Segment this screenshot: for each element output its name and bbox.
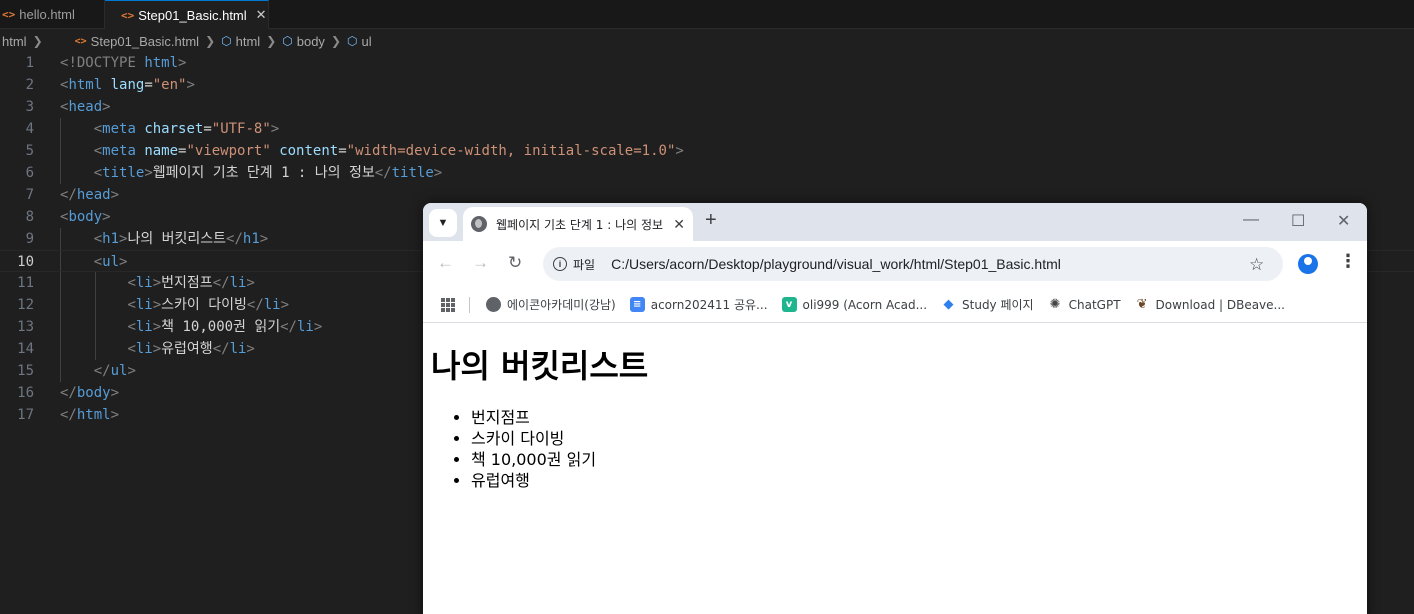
apps-grid-icon[interactable]: [441, 297, 455, 312]
bookmarks-bar: 에이콘아카데미(강남) ≡ acorn202411 공유... v oli999…: [423, 287, 1367, 323]
tab-search-button[interactable]: ▼: [429, 209, 457, 237]
tab-label: Step01_Basic.html: [138, 7, 247, 23]
bookmark-item[interactable]: ≡ acorn202411 공유...: [629, 296, 768, 313]
back-arrow-icon[interactable]: ←: [437, 253, 454, 273]
breadcrumb-item[interactable]: html: [236, 34, 261, 49]
reload-icon[interactable]: ↻: [508, 253, 522, 273]
line-number: 12: [17, 297, 34, 313]
bookmark-label: 에이콘아카데미(강남): [507, 298, 616, 312]
line-number: 6: [25, 165, 34, 181]
code-line: 6 <title>웹페이지 기초 단계 1 : 나의 정보</title>: [0, 162, 1414, 184]
html-file-icon: <>: [121, 8, 135, 22]
bookmark-item[interactable]: ❦ Download | DBeave...: [1135, 297, 1285, 312]
line-number: 15: [17, 363, 34, 379]
line-number: 13: [17, 319, 34, 335]
close-window-icon[interactable]: ✕: [1337, 211, 1350, 231]
browser-tab[interactable]: 웹페이지 기초 단계 1 : 나의 정보 ✕: [463, 207, 693, 241]
bookmark-label: ChatGPT: [1068, 297, 1121, 312]
bookmark-item[interactable]: ✺ ChatGPT: [1048, 297, 1121, 312]
docs-icon: ≡: [629, 297, 645, 312]
bookmark-label: Download | DBeave...: [1155, 297, 1285, 312]
bookmark-item[interactable]: 에이콘아카데미(강남): [486, 296, 616, 313]
info-icon[interactable]: i: [553, 257, 567, 271]
browser-toolbar: ← → ↻ i 파일 C:/Users/acorn/Desktop/playgr…: [423, 241, 1367, 287]
minimize-icon[interactable]: —: [1243, 211, 1259, 229]
tab-step01-basic-html[interactable]: <> Step01_Basic.html ✕: [105, 0, 269, 29]
bookmark-label: acorn202411 공유...: [650, 298, 768, 312]
line-number: 7: [25, 187, 34, 203]
dbeaver-icon: ❦: [1136, 297, 1148, 312]
code-line: 5 <meta name="viewport" content="width=d…: [0, 140, 1414, 162]
element-cube-icon: ⬡: [347, 34, 358, 48]
code-line: 3 <head>: [0, 96, 1414, 118]
line-number: 11: [17, 275, 34, 291]
new-tab-button[interactable]: +: [705, 209, 717, 232]
line-number: 3: [25, 99, 34, 115]
line-number: 1: [25, 55, 34, 71]
editor-tab-bar: <> hello.html <> Step01_Basic.html ✕: [0, 0, 1414, 29]
line-number: 14: [17, 341, 34, 357]
chevron-right-icon: ❯: [205, 34, 216, 48]
forward-arrow-icon[interactable]: →: [472, 253, 489, 273]
line-number: 16: [17, 385, 34, 401]
browser-tab-title: 웹페이지 기초 단계 1 : 나의 정보: [496, 217, 664, 232]
chevron-right-icon: ❯: [330, 34, 341, 48]
tab-label: hello.html: [19, 7, 75, 22]
html-file-icon: <>: [2, 8, 16, 21]
chevron-down-icon: ▼: [437, 217, 449, 229]
page-heading: 나의 버킷리스트: [431, 347, 649, 385]
breadcrumb-item[interactable]: ul: [361, 34, 371, 49]
kebab-menu-icon[interactable]: ⋮: [1339, 251, 1357, 272]
page-content: 나의 버킷리스트 번지점프 스카이 다이빙 책 10,000권 읽기 유럽여행: [423, 323, 1367, 509]
bookmark-label: Study 페이지: [962, 298, 1034, 312]
browser-titlebar: ▼ 웹페이지 기초 단계 1 : 나의 정보 ✕ + — ☐ ✕: [423, 203, 1367, 241]
url-text[interactable]: C:/Users/acorn/Desktop/playground/visual…: [611, 256, 1061, 272]
chatgpt-icon: ✺: [1049, 297, 1061, 312]
element-cube-icon: ⬡: [221, 34, 232, 48]
line-number: 2: [25, 77, 34, 93]
address-bar[interactable]: i 파일 C:/Users/acorn/Desktop/playground/v…: [543, 247, 1283, 281]
url-scheme-label: 파일: [573, 257, 596, 272]
diamond-icon: ◆: [943, 297, 954, 312]
bookmark-star-icon[interactable]: ☆: [1249, 255, 1264, 275]
list-item: 스카이 다이빙: [471, 428, 1359, 449]
element-cube-icon: ⬡: [282, 34, 293, 48]
line-number: 8: [25, 209, 34, 225]
html-file-icon: <>: [74, 35, 87, 47]
globe-icon: [486, 297, 501, 312]
code-line: 1 <!DOCTYPE html>: [0, 52, 1414, 74]
list-item: 책 10,000권 읽기: [471, 449, 1359, 470]
bookmark-item[interactable]: v oli999 (Acorn Acad...: [781, 297, 928, 312]
line-number: 17: [17, 407, 34, 423]
line-number: 5: [25, 143, 34, 159]
tab-hello-html[interactable]: <> hello.html: [0, 0, 105, 29]
divider: [469, 296, 470, 313]
breadcrumb: html ❯ <> Step01_Basic.html ❯ ⬡ html ❯ ⬡…: [0, 30, 1414, 52]
code-line: 2 <html lang="en">: [0, 74, 1414, 96]
chevron-right-icon: ❯: [32, 34, 43, 48]
line-number: 9: [25, 231, 34, 247]
close-icon[interactable]: ✕: [673, 216, 685, 233]
close-icon[interactable]: ✕: [256, 7, 267, 23]
breadcrumb-item[interactable]: body: [297, 34, 325, 49]
line-number: 10: [17, 254, 34, 270]
list-item: 번지점프: [471, 407, 1359, 428]
maximize-icon[interactable]: ☐: [1291, 211, 1305, 231]
profile-avatar-icon[interactable]: [1298, 254, 1318, 274]
globe-icon: [471, 216, 487, 232]
bucket-list: 번지점프 스카이 다이빙 책 10,000권 읽기 유럽여행: [431, 407, 1359, 491]
code-line: 4 <meta charset="UTF-8">: [0, 118, 1414, 140]
chevron-right-icon: ❯: [266, 34, 277, 48]
line-number: 4: [25, 121, 34, 137]
vue-icon: v: [781, 297, 797, 312]
browser-window: ▼ 웹페이지 기초 단계 1 : 나의 정보 ✕ + — ☐ ✕ ← → ↻ i…: [423, 203, 1367, 614]
breadcrumb-item[interactable]: html: [2, 34, 27, 49]
bookmark-item[interactable]: ◆ Study 페이지: [941, 296, 1034, 313]
bookmark-label: oli999 (Acorn Acad...: [802, 297, 928, 312]
list-item: 유럽여행: [471, 470, 1359, 491]
breadcrumb-item[interactable]: Step01_Basic.html: [91, 34, 199, 49]
